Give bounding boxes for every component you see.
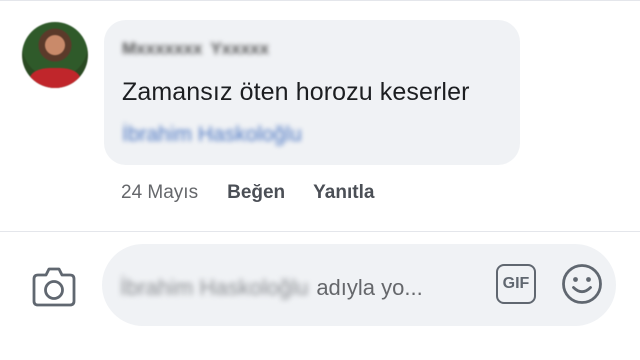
reply-button[interactable]: Yanıtla <box>313 182 374 204</box>
placeholder-name: İbrahim Haskoloğlu <box>120 275 309 300</box>
gif-icon: GIF <box>502 275 530 292</box>
section-divider <box>0 231 640 232</box>
comment-input-placeholder: İbrahim Haskoloğlu adıyla yo... <box>120 275 423 301</box>
avatar[interactable] <box>22 22 88 88</box>
camera-icon[interactable] <box>30 263 78 309</box>
comment-date[interactable]: 24 Mayıs <box>121 182 198 204</box>
author-first-name[interactable]: Mxxxxxxx <box>122 39 202 59</box>
gif-button[interactable]: GIF <box>496 264 536 304</box>
comment-text: Zamansız öten horozu keserler <box>122 78 470 106</box>
top-divider <box>0 0 640 1</box>
avatar-shirt <box>30 68 80 88</box>
like-button[interactable]: Beğen <box>227 182 285 204</box>
placeholder-suffix: adıyla yo... <box>316 275 423 300</box>
comment-author[interactable]: Mxxxxxxx Yxxxxx <box>122 39 269 59</box>
comment-actions: 24 Mayıs Beğen Yanıtla <box>121 182 374 204</box>
author-last-name[interactable]: Yxxxxx <box>210 39 269 59</box>
comment-mention[interactable]: İbrahim Haskoloğlu <box>122 123 302 147</box>
smiley-icon[interactable] <box>560 262 604 306</box>
